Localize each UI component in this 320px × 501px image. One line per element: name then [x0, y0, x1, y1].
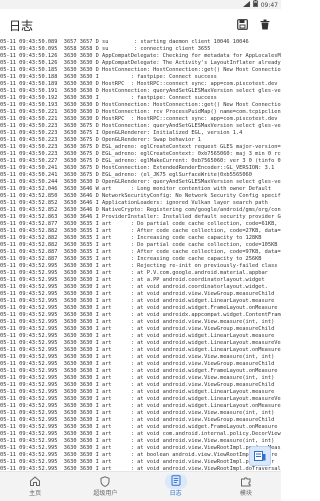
log-line: 05-11 09:43:52.995 3630 3630 I art : at … — [0, 347, 281, 353]
log-line: 05-11 09:43:52.995 3630 3630 I art : at … — [0, 298, 275, 304]
log-line: 05-11 09:43:50.126 3630 3630 D AppCompat… — [0, 53, 281, 59]
log-line: 05-11 09:43:50.188 3630 3630 I : fastpip… — [0, 74, 217, 80]
log-line: 05-11 09:43:50.227 3630 3675 D EGL_adren… — [0, 158, 281, 164]
log-line: 05-11 09:43:50.223 3630 3675 D HostConne… — [0, 123, 281, 129]
log-icon — [164, 474, 187, 489]
log-line: 05-11 09:43:50.241 3630 3675 D EGL_adren… — [0, 172, 252, 178]
log-line: 05-11 09:43:50.223 3630 3675 I OpenGLRen… — [0, 130, 243, 136]
log-line: 05-11 09:43:50.192 3630 3630 I : fastpip… — [0, 95, 217, 101]
tab-superuser[interactable]: 超级用户 — [70, 472, 140, 501]
log-line: 05-11 09:43:52.887 3630 3635 I art : Aft… — [0, 249, 281, 255]
log-line: 05-11 09:43:52.995 3630 3630 I art : at … — [0, 417, 275, 423]
log-line: 05-11 09:43:52.995 3630 3630 I art : at … — [0, 382, 275, 388]
log-line: 05-11 09:43:52.995 3630 3630 I art : at … — [0, 375, 275, 381]
log-line: 05-11 09:43:52.995 3630 3630 I art : at … — [0, 403, 281, 409]
log-line: 05-11 09:43:50.126 3630 3630 D AppCompat… — [0, 60, 281, 66]
log-line: 05-11 09:43:50.223 3630 3675 D OpenGLRen… — [0, 137, 201, 143]
log-line: 05-11 09:43:52.995 3630 3630 I art : at … — [0, 396, 281, 402]
tab-log[interactable]: 日志 — [141, 472, 211, 501]
shield-icon — [100, 476, 110, 489]
log-line: 05-11 09:43:52.995 3630 3630 I art : at … — [0, 424, 278, 430]
log-line: 05-11 09:43:52.995 3630 3630 I art : at … — [0, 319, 275, 325]
log-list[interactable]: 05-11 09:43:50.089 3657 3657 D su : star… — [0, 39, 281, 471]
log-line: 05-11 09:43:52.995 3630 3630 I art : at … — [0, 445, 281, 451]
log-line: 05-11 09:43:52.995 3630 3630 I art : at … — [0, 333, 275, 339]
log-line: 05-11 09:43:50.191 3630 3630 D HostConne… — [0, 88, 281, 94]
log-line: 05-11 09:43:52.882 3630 3635 I art : Inc… — [0, 235, 262, 241]
log-line: 05-11 09:43:52.995 3630 3630 I art : at … — [0, 312, 281, 318]
log-line: 05-11 09:43:50.189 3630 3630 D HostRPC :… — [0, 81, 278, 87]
save-icon[interactable] — [235, 17, 249, 31]
log-line: 05-11 09:43:52.995 3630 3630 I art : at … — [0, 431, 281, 437]
log-line: 05-11 09:43:50.241 3630 3675 D HostConne… — [0, 165, 275, 171]
log-line: 05-11 09:43:50.221 3630 3630 D HostRPC :… — [0, 116, 278, 122]
home-icon — [30, 476, 41, 488]
log-line: 05-11 09:43:52.995 3630 3630 I art : at … — [0, 459, 275, 465]
log-action-button[interactable] — [249, 446, 271, 466]
log-line: 05-11 09:43:52.995 3630 3630 I art : Rej… — [0, 263, 278, 269]
log-line: 05-11 09:43:52.995 3630 3630 I art : at … — [0, 326, 275, 332]
log-line: 05-11 09:43:52.863 3630 3646 I ProviderI… — [0, 214, 281, 220]
bottom-navigation: 主页 超级用户 日志 模块 — [0, 471, 281, 501]
log-line: 05-11 09:43:50.223 3630 3675 D EGL_adren… — [0, 144, 281, 150]
tab-home[interactable]: 主页 — [0, 472, 70, 501]
tab-modules-label: 模块 — [239, 490, 252, 497]
log-line: 05-11 09:43:50.221 3630 3630 D HostConne… — [0, 109, 281, 115]
log-line: 05-11 09:43:50.223 3630 3675 D EGL_adren… — [0, 151, 281, 157]
log-line: 05-11 09:43:52.995 3630 3630 I art : at … — [0, 291, 275, 297]
log-line: 05-11 09:43:52.995 3630 3630 I art : at … — [0, 277, 265, 283]
log-line: 05-11 09:43:52.995 3630 3630 I art : at … — [0, 389, 275, 395]
app-bar: 日志 — [0, 9, 281, 39]
log-line: 05-11 09:43:52.882 3630 3635 I art : Do … — [0, 242, 278, 248]
log-line: 05-11 09:43:52.995 3630 3630 I art : at … — [0, 284, 268, 290]
log-line: 05-11 09:43:50.244 3630 3630 D OpenGLRen… — [0, 179, 281, 185]
log-line: 05-11 09:43:52.995 3630 3630 I art : at … — [0, 270, 268, 276]
page-title: 日志 — [9, 19, 34, 33]
status-bar: 09:47 — [0, 0, 281, 9]
log-line: 05-11 09:43:50.095 3658 3658 D su : conn… — [0, 46, 211, 52]
puzzle-icon — [240, 476, 251, 489]
log-line: 05-11 09:43:52.046 3630 3646 W art : Lon… — [0, 186, 272, 192]
log-line: 05-11 09:43:52.995 3630 3630 I art : at … — [0, 368, 278, 374]
tab-log-label: 日志 — [169, 490, 182, 497]
log-line: 05-11 09:43:52.850 3630 3646 D NetworkSe… — [0, 193, 281, 199]
log-line: 05-11 09:43:50.089 3657 3657 D su : star… — [0, 39, 249, 45]
log-line: 05-11 09:43:52.995 3630 3630 I art : at … — [0, 340, 281, 346]
log-line: 05-11 09:43:52.995 3630 3630 I art : at … — [0, 438, 275, 444]
log-line: 05-11 09:43:52.995 3630 3630 I art : at … — [0, 354, 275, 360]
tab-modules[interactable]: 模块 — [211, 472, 281, 501]
document-icon — [254, 451, 266, 461]
log-line: 05-11 09:43:52.852 3630 3646 I Applicati… — [0, 200, 268, 206]
log-line: 05-11 09:43:52.852 3630 3646 D NativeCry… — [0, 207, 281, 213]
log-line: 05-11 09:43:52.995 3630 3630 I art : at … — [0, 452, 278, 458]
log-line: 05-11 09:43:52.887 3630 3635 I art : Inc… — [0, 256, 262, 262]
log-line: 05-11 09:43:52.995 3630 3630 I art : at … — [0, 361, 275, 367]
tab-superuser-label: 超级用户 — [93, 490, 118, 497]
log-line: 05-11 09:43:52.877 3630 3635 I art : Do … — [0, 221, 281, 227]
log-line: 05-11 09:43:52.995 3630 3630 I art : at … — [0, 410, 275, 416]
log-line: 05-11 09:43:52.995 3630 3630 I art : at … — [0, 305, 278, 311]
log-line: 05-11 09:43:50.193 3630 3630 D HostConne… — [0, 102, 281, 108]
log-line: 05-11 09:43:52.882 3630 3635 I art : Aft… — [0, 228, 281, 234]
tab-home-label: 主页 — [29, 490, 42, 497]
log-line: 05-11 09:43:50.185 3630 3630 D HostConne… — [0, 67, 281, 73]
delete-icon[interactable] — [258, 17, 272, 31]
